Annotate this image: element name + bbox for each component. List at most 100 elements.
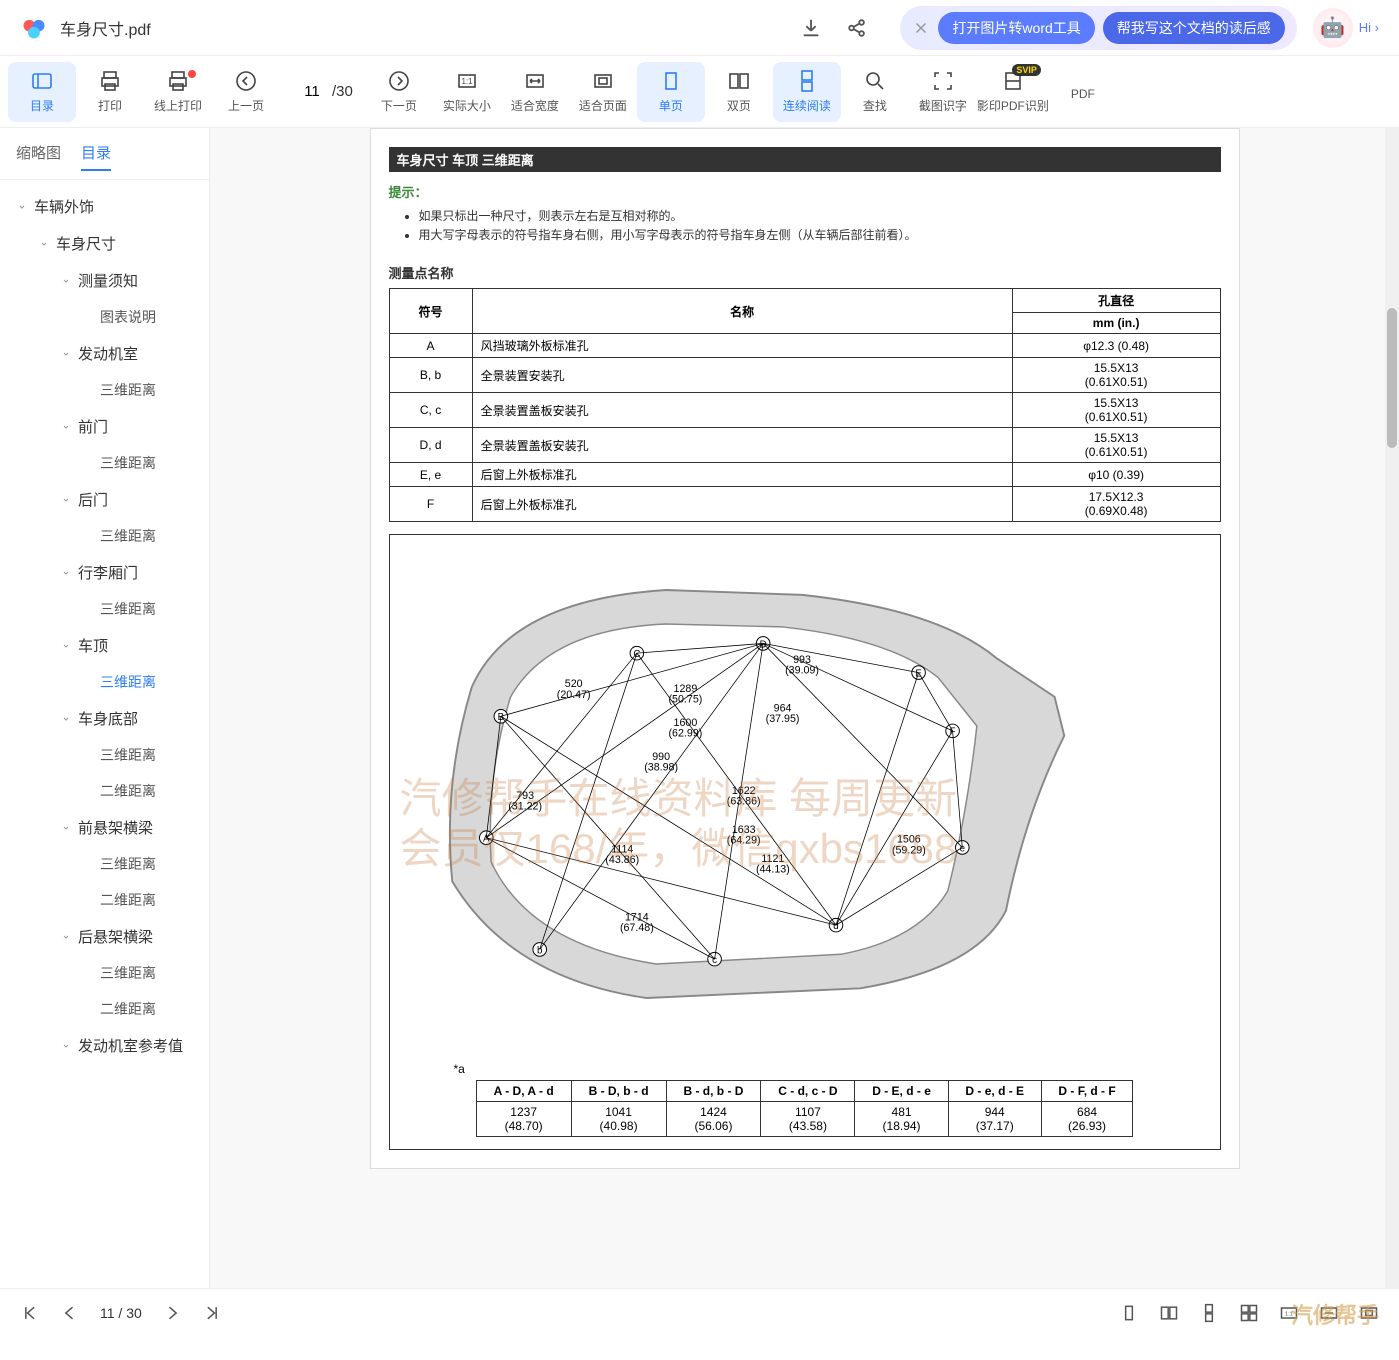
sidebar: 缩略图 目录 车辆外饰车身尺寸测量须知图表说明发动机室三维距离前门三维距离后门三…	[0, 128, 210, 1288]
svg-text:(59.29): (59.29)	[891, 844, 925, 856]
fit-page-button[interactable]: 适合页面	[569, 62, 637, 122]
toc-item[interactable]: 发动机室参考值	[0, 1027, 209, 1064]
scan-pdf-button[interactable]: SVIP影印PDF识别	[977, 62, 1049, 122]
toc-item[interactable]: 三维距离	[0, 737, 209, 773]
pdf-button[interactable]: PDF	[1049, 62, 1117, 122]
tab-toc[interactable]: 目录	[81, 136, 111, 171]
toolbar: 目录 打印 线上打印 上一页 / 30 下一页 1:1实际大小 适合宽度 适合页…	[0, 56, 1399, 128]
footer-bar: 11 / 30 1:1	[0, 1288, 1399, 1336]
svg-text:(67.48): (67.48)	[619, 922, 653, 934]
toc-item[interactable]: 三维距离	[0, 372, 209, 408]
toc-item[interactable]: 三维距离	[0, 445, 209, 481]
th-diameter: 孔直径	[1012, 289, 1220, 313]
bottom-table: A - D, A - dB - D, b - dB - d, b - DC - …	[476, 1080, 1134, 1137]
sidebar-tabs: 缩略图 目录	[0, 128, 209, 180]
ai-suggestion-bar: 打开图片转word工具 帮我写这个文档的读后感	[900, 6, 1296, 50]
toc-item[interactable]: 三维距离	[0, 664, 209, 700]
table-row: C, c全景装置盖板安装孔15.5X13 (0.61X0.51)	[389, 393, 1220, 428]
document-viewport[interactable]: 车身尺寸 车顶 三维距离 提示： 如果只标出一种尺寸，则表示左右是互相对称的。 …	[210, 128, 1399, 1288]
view-single-icon[interactable]	[1119, 1303, 1139, 1323]
table-title: 测量点名称	[389, 263, 1221, 282]
toc-item[interactable]: 二维距离	[0, 882, 209, 918]
toc-tree[interactable]: 车辆外饰车身尺寸测量须知图表说明发动机室三维距离前门三维距离后门三维距离行李厢门…	[0, 180, 209, 1288]
toc-item[interactable]: 发动机室	[0, 335, 209, 372]
scrollbar[interactable]	[1385, 128, 1399, 1288]
main-area: 缩略图 目录 车辆外饰车身尺寸测量须知图表说明发动机室三维距离前门三维距离后门三…	[0, 128, 1399, 1288]
app-logo-icon	[20, 14, 48, 42]
toc-item[interactable]: 车身底部	[0, 700, 209, 737]
last-page-icon[interactable]	[202, 1303, 222, 1323]
toc-item[interactable]: 行李厢门	[0, 554, 209, 591]
svg-text:(37.95): (37.95)	[765, 713, 799, 725]
ai-convert-button[interactable]: 打开图片转word工具	[938, 12, 1094, 44]
share-icon[interactable]	[846, 17, 868, 39]
toc-item[interactable]: 三维距离	[0, 518, 209, 554]
svg-text:(43.86): (43.86)	[605, 854, 639, 866]
roof-svg: ABbCcDdEeF 520(20.47)1289(50.75)993(39.0…	[394, 539, 1074, 1049]
hint-label: 提示：	[389, 182, 1221, 201]
svg-text:(50.75): (50.75)	[668, 694, 702, 706]
toc-item[interactable]: 二维距离	[0, 773, 209, 809]
table-row: A风挡玻璃外板标准孔φ12.3 (0.48)	[389, 334, 1220, 358]
toc-item[interactable]: 后悬架横梁	[0, 918, 209, 955]
hint-item: 如果只标出一种尺寸，则表示左右是互相对称的。	[419, 207, 1221, 224]
view-cont-icon[interactable]	[1199, 1303, 1219, 1323]
page-total: 30	[336, 83, 353, 100]
svg-text:(39.09): (39.09)	[785, 665, 819, 677]
print-button[interactable]: 打印	[76, 62, 144, 122]
view-grid-icon[interactable]	[1239, 1303, 1259, 1323]
page-indicator: / 30	[292, 83, 353, 100]
fit-width-button[interactable]: 适合宽度	[501, 62, 569, 122]
catalog-button[interactable]: 目录	[8, 62, 76, 122]
th-symbol: 符号	[389, 289, 472, 334]
tab-thumbnails[interactable]: 缩略图	[16, 136, 61, 171]
svg-text:C: C	[633, 649, 640, 660]
toc-item[interactable]: 前悬架横梁	[0, 809, 209, 846]
hi-label[interactable]: Hi ›	[1359, 20, 1379, 35]
toc-item[interactable]: 图表说明	[0, 299, 209, 335]
toc-item[interactable]: 后门	[0, 481, 209, 518]
toc-item[interactable]: 三维距离	[0, 591, 209, 627]
next-page-button[interactable]: 下一页	[365, 62, 433, 122]
prev-page-icon[interactable]	[60, 1303, 80, 1323]
doc-header: 车身尺寸 车顶 三维距离	[389, 147, 1221, 172]
page-input[interactable]	[292, 83, 332, 100]
prev-page-button[interactable]: 上一页	[212, 62, 280, 122]
th-unit: mm (in.)	[1012, 313, 1220, 334]
scrollbar-thumb[interactable]	[1387, 308, 1397, 448]
toc-item[interactable]: 前门	[0, 408, 209, 445]
toc-item[interactable]: 车辆外饰	[0, 188, 209, 225]
table-row: D, d全景装置盖板安装孔15.5X13 (0.61X0.51)	[389, 428, 1220, 463]
double-page-button[interactable]: 双页	[705, 62, 773, 122]
title-bar: 车身尺寸.pdf 打开图片转word工具 帮我写这个文档的读后感 🤖 Hi ›	[0, 0, 1399, 56]
pdf-page: 车身尺寸 车顶 三维距离 提示： 如果只标出一种尺寸，则表示左右是互相对称的。 …	[370, 128, 1240, 1169]
th-name: 名称	[472, 289, 1012, 334]
ai-summary-button[interactable]: 帮我写这个文档的读后感	[1103, 12, 1285, 44]
next-page-icon[interactable]	[162, 1303, 182, 1323]
first-page-icon[interactable]	[20, 1303, 40, 1323]
asterisk-label: *a	[454, 1062, 1216, 1076]
view-double-icon[interactable]	[1159, 1303, 1179, 1323]
continuous-button[interactable]: 连续阅读	[773, 62, 841, 122]
table-row: B, b全景装置安装孔15.5X13 (0.61X0.51)	[389, 358, 1220, 393]
actual-size-button[interactable]: 1:1实际大小	[433, 62, 501, 122]
toc-item[interactable]: 车身尺寸	[0, 225, 209, 262]
single-page-button[interactable]: 单页	[637, 62, 705, 122]
footer-page: 11 / 30	[100, 1305, 142, 1321]
ocr-button[interactable]: 截图识字	[909, 62, 977, 122]
toc-item[interactable]: 三维距离	[0, 955, 209, 991]
file-name: 车身尺寸.pdf	[60, 16, 151, 40]
toc-item[interactable]: 三维距离	[0, 846, 209, 882]
measurement-table: 符号 名称 孔直径 mm (in.) A风挡玻璃外板标准孔φ12.3 (0.48…	[389, 288, 1221, 522]
online-print-button[interactable]: 线上打印	[144, 62, 212, 122]
svg-text:(62.99): (62.99)	[668, 728, 702, 740]
toc-item[interactable]: 车顶	[0, 627, 209, 664]
close-icon[interactable]	[912, 19, 930, 37]
download-icon[interactable]	[800, 17, 822, 39]
table-row: E, e后窗上外板标准孔φ10 (0.39)	[389, 463, 1220, 487]
avatar[interactable]: 🤖	[1313, 8, 1353, 48]
toc-item[interactable]: 测量须知	[0, 262, 209, 299]
toc-item[interactable]: 二维距离	[0, 991, 209, 1027]
find-button[interactable]: 查找	[841, 62, 909, 122]
roof-diagram: 汽修帮手在线资料库 每周更新 会员仅168/年，微信qxbs1688 ABbCc…	[389, 534, 1221, 1150]
